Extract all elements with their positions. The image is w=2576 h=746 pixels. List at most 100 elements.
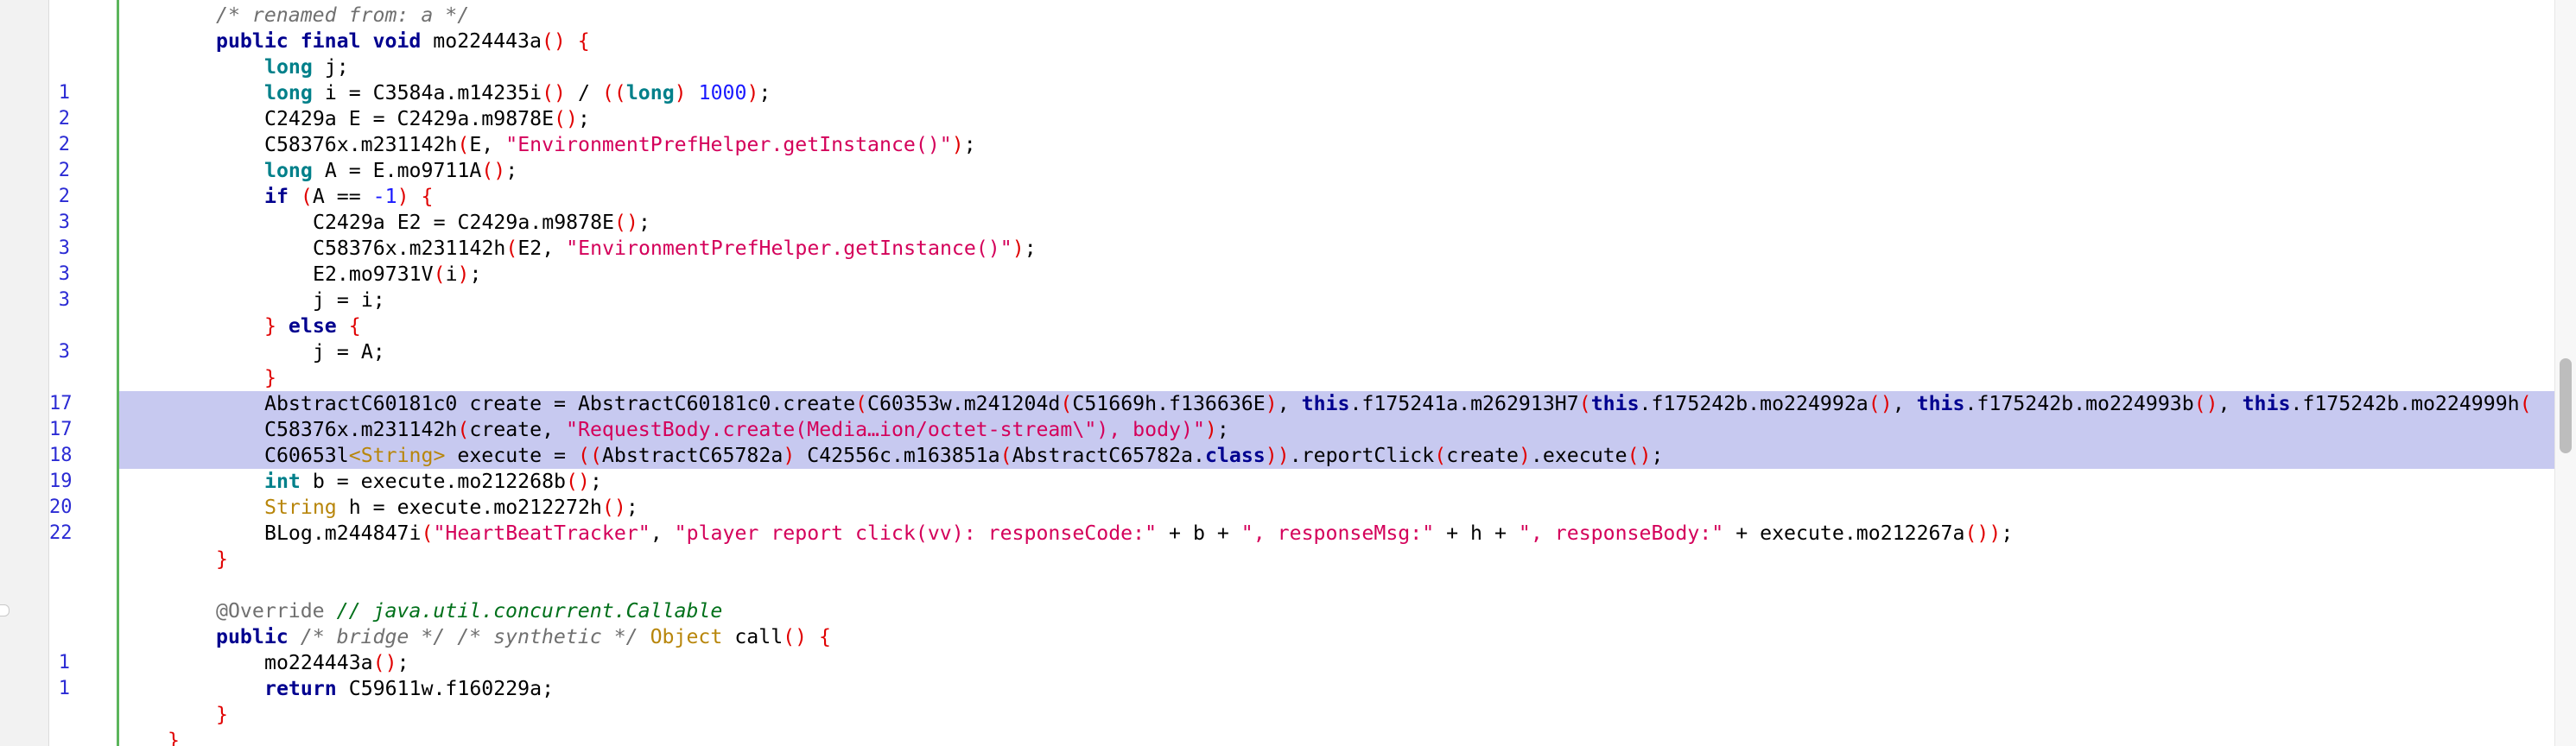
code-line[interactable] bbox=[119, 572, 2555, 598]
code-token: ()) bbox=[1964, 522, 2002, 545]
code-token: () bbox=[2193, 392, 2218, 415]
code-line-selected[interactable]: AbstractC60181c0 create = AbstractC60181… bbox=[119, 391, 2555, 417]
code-token: () bbox=[601, 496, 626, 519]
code-line[interactable]: long A = E.mo9711A(); bbox=[119, 158, 2555, 184]
vertical-scrollbar[interactable] bbox=[2554, 0, 2576, 746]
code-token: { bbox=[348, 314, 361, 338]
code-token: ; bbox=[577, 107, 590, 130]
code-token: C60653l bbox=[264, 444, 349, 467]
code-token: ; bbox=[397, 651, 409, 674]
code-line[interactable]: j = A; bbox=[119, 339, 2555, 365]
code-token: ) bbox=[1012, 237, 1025, 260]
code-line[interactable]: public /* bridge */ /* synthetic */ Obje… bbox=[119, 624, 2555, 650]
code-line[interactable]: if (A == -1) { bbox=[119, 184, 2555, 210]
code-line[interactable]: /* renamed from: a */ bbox=[119, 3, 2555, 28]
code-token: AbstractC65782a. bbox=[1012, 444, 1205, 467]
code-text: C58376x.m231142h(E2, "EnvironmentPrefHel… bbox=[313, 236, 1037, 262]
code-token: /* bridge */ /* synthetic */ bbox=[300, 625, 650, 648]
code-token: create bbox=[1446, 444, 1519, 467]
code-token: int bbox=[264, 470, 313, 493]
code-line[interactable]: int b = execute.mo212268b(); bbox=[119, 469, 2555, 495]
code-line[interactable]: C2429a E = C2429a.m9878E(); bbox=[119, 106, 2555, 132]
code-text: } else { bbox=[264, 313, 361, 339]
code-token: ; bbox=[1651, 444, 1664, 467]
code-line[interactable]: E2.mo9731V(i); bbox=[119, 262, 2555, 288]
code-token: .f175241a.m262913H7 bbox=[1349, 392, 1579, 415]
code-token: ; bbox=[589, 470, 602, 493]
collapse-handle-icon[interactable] bbox=[0, 604, 10, 616]
code-token: .reportClick bbox=[1289, 444, 1435, 467]
code-token: () bbox=[566, 470, 590, 493]
line-number bbox=[49, 3, 117, 28]
code-token: ) bbox=[457, 262, 470, 286]
code-editor[interactable]: /* renamed from: a */public final void m… bbox=[0, 0, 2576, 746]
code-text: @Override // java.util.concurrent.Callab… bbox=[216, 598, 722, 624]
code-line-selected[interactable]: C60653l<String> execute = ((AbstractC657… bbox=[119, 443, 2555, 469]
code-token: C59611w.f160229a; bbox=[348, 677, 555, 700]
code-line[interactable]: @Override // java.util.concurrent.Callab… bbox=[119, 598, 2555, 624]
code-token: "RequestBody.create(Media…ion/octet-stre… bbox=[566, 418, 1205, 441]
code-token: ( bbox=[300, 185, 313, 208]
line-number: 2 bbox=[58, 186, 70, 207]
code-line[interactable]: } bbox=[119, 365, 2555, 391]
code-token: C2429a E2 = C2429a.m9878E bbox=[313, 211, 615, 234]
line-number bbox=[49, 572, 117, 598]
code-text: } bbox=[264, 365, 276, 391]
code-text: C2429a E = C2429a.m9878E(); bbox=[264, 106, 590, 132]
code-token: call bbox=[734, 625, 784, 648]
line-number: 2 bbox=[58, 160, 70, 181]
code-line[interactable]: long j; bbox=[119, 54, 2555, 80]
code-line[interactable]: long i = C3584a.m14235i() / ((long) 1000… bbox=[119, 80, 2555, 106]
code-line[interactable]: C58376x.m231142h(E2, "EnvironmentPrefHel… bbox=[119, 236, 2555, 262]
code-line[interactable]: j = i; bbox=[119, 288, 2555, 313]
code-token: "player report click(vv): responseCode:" bbox=[674, 522, 1158, 545]
code-token: if bbox=[264, 185, 301, 208]
code-token: ) bbox=[1265, 392, 1278, 415]
code-token: "EnvironmentPrefHelper.getInstance()" bbox=[566, 237, 1012, 260]
code-token: long bbox=[264, 159, 325, 182]
code-token: ; bbox=[963, 133, 976, 156]
code-line[interactable]: mo224443a(); bbox=[119, 650, 2555, 676]
code-token: return bbox=[264, 677, 349, 700]
code-token: () bbox=[372, 651, 397, 674]
code-token: <String> bbox=[348, 444, 446, 467]
code-line[interactable]: public final void mo224443a() { bbox=[119, 28, 2555, 54]
code-token: mo224443a bbox=[264, 651, 373, 674]
code-token: public bbox=[216, 625, 301, 648]
code-token: .f175242b.mo224999h bbox=[2290, 392, 2520, 415]
code-token: BLog.m244847i bbox=[264, 522, 422, 545]
code-token: public final void bbox=[216, 29, 434, 53]
code-text: j = A; bbox=[313, 339, 385, 365]
code-token: i = C3584a.m14235i bbox=[324, 81, 542, 104]
code-token: , bbox=[650, 522, 675, 545]
code-line[interactable]: return C59611w.f160229a; bbox=[119, 676, 2555, 702]
code-text: long i = C3584a.m14235i() / ((long) 1000… bbox=[264, 80, 771, 106]
code-line[interactable]: C58376x.m231142h(E, "EnvironmentPrefHelp… bbox=[119, 132, 2555, 158]
code-token: } bbox=[216, 547, 228, 571]
code-line[interactable]: String h = execute.mo212272h(); bbox=[119, 495, 2555, 521]
code-token: } bbox=[264, 366, 276, 389]
code-text: if (A == -1) { bbox=[264, 184, 433, 210]
code-token: ( bbox=[1060, 392, 1073, 415]
code-line[interactable]: } bbox=[119, 547, 2555, 572]
code-token: ( bbox=[457, 418, 470, 441]
line-number: 18 bbox=[49, 445, 73, 466]
code-line[interactable]: C2429a E2 = C2429a.m9878E(); bbox=[119, 210, 2555, 236]
code-line-selected[interactable]: C58376x.m231142h(create, "RequestBody.cr… bbox=[119, 417, 2555, 443]
code-line[interactable]: } bbox=[119, 728, 2555, 746]
code-token: E2.mo9731V bbox=[313, 262, 434, 286]
code-token: , bbox=[1277, 392, 1302, 415]
code-line[interactable]: } else { bbox=[119, 313, 2555, 339]
code-token: () bbox=[614, 211, 638, 234]
line-number bbox=[49, 598, 117, 624]
code-token: ) { bbox=[397, 185, 434, 208]
code-token: , bbox=[1892, 392, 1917, 415]
code-token: h = execute.mo212272h bbox=[348, 496, 602, 519]
code-token: ; bbox=[638, 211, 650, 234]
code-line[interactable]: BLog.m244847i("HeartBeatTracker", "playe… bbox=[119, 521, 2555, 547]
code-line[interactable]: } bbox=[119, 702, 2555, 728]
code-text: public /* bridge */ /* synthetic */ Obje… bbox=[216, 624, 831, 650]
code-token: i bbox=[445, 262, 458, 286]
line-number: 1 bbox=[58, 82, 70, 104]
scrollbar-thumb[interactable] bbox=[2560, 358, 2572, 453]
